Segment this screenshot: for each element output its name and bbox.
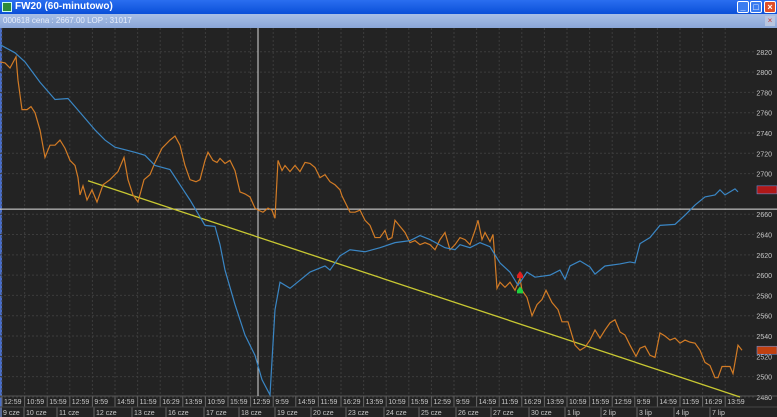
y-tick-label: 2720 (756, 151, 772, 158)
x-time-label: 16:29 (524, 399, 542, 406)
x-time-label: 14:59 (117, 399, 135, 406)
x-time-label: 9:59 (456, 399, 470, 406)
last-value-marker (756, 185, 777, 195)
x-date-label: 13 cze (134, 410, 155, 417)
x-date-label: 20 cze (313, 410, 334, 417)
x-date-label: 26 cze (458, 410, 479, 417)
x-date-label: 25 cze (421, 410, 442, 417)
x-time-label: 10:59 (27, 399, 45, 406)
x-date-label: 18 cze (241, 410, 262, 417)
chart-close-button[interactable]: × (765, 16, 775, 26)
y-tick-label: 2560 (756, 314, 772, 321)
app-icon (2, 2, 12, 12)
x-time-label: 9:59 (275, 399, 289, 406)
x-date-label: 30 cze (531, 410, 552, 417)
info-bar: 000618 cena : 2667.00 LOP : 31017 × (0, 14, 777, 28)
x-time-label: 13:59 (366, 399, 384, 406)
x-date-label: 10 cze (26, 410, 47, 417)
x-date-label: 17 cze (206, 410, 227, 417)
x-date-label: 2 lip (603, 410, 616, 417)
x-time-label: 11:59 (501, 399, 518, 406)
left-border (0, 28, 2, 417)
y-tick-label: 2660 (756, 212, 772, 219)
y-tick-label: 2820 (756, 50, 772, 57)
minimize-button[interactable]: _ (737, 1, 749, 13)
price-chart[interactable]: 2820 2800 2780 2760 2740 2720 2700 2660 2640 2620… (0, 28, 777, 417)
x-date-label: 3 lip (639, 410, 652, 417)
x-date-label: 24 cze (386, 410, 407, 417)
x-time-label: 9:59 (94, 399, 108, 406)
y-tick-label: 2740 (756, 131, 772, 138)
close-button[interactable]: × (764, 1, 776, 13)
x-date-label: 27 cze (493, 410, 514, 417)
window-title: FW20 (60-minutowo) (15, 1, 113, 12)
x-time-label: 11:59 (140, 399, 157, 406)
x-time-label: 11:59 (320, 399, 337, 406)
y-tick-label: 2500 (756, 375, 772, 382)
x-time-label: 13:59 (727, 399, 745, 406)
x-time-label: 15:59 (411, 399, 429, 406)
x-time-label: 10:59 (207, 399, 225, 406)
y-tick-label: 2580 (756, 293, 772, 300)
y-tick-label: 2620 (756, 253, 772, 260)
x-time-label: 12:59 (614, 399, 632, 406)
y-tick-label: 2540 (756, 334, 772, 341)
y-tick-label: 2800 (756, 70, 772, 77)
x-date-label: 9 cze (3, 410, 20, 417)
y-tick-label: 2700 (756, 172, 772, 179)
x-time-label: 16:29 (162, 399, 180, 406)
x-time-label: 12:59 (72, 399, 90, 406)
x-date-label: 7 lip (712, 410, 725, 417)
x-date-label: 4 lip (676, 410, 689, 417)
y-tick-label: 2760 (756, 111, 772, 118)
title-bar: FW20 (60-minutowo) _ □ × (0, 0, 777, 14)
x-date-label: 16 cze (168, 410, 189, 417)
x-time-label: 14:59 (479, 399, 497, 406)
maximize-button[interactable]: □ (750, 1, 762, 13)
x-time-label: 15:59 (230, 399, 248, 406)
x-time-label: 12:59 (4, 399, 22, 406)
y-tick-label: 2520 (756, 354, 772, 361)
x-time-label: 13:59 (546, 399, 564, 406)
y-tick-label: 2640 (756, 233, 772, 240)
plot-background (0, 28, 777, 417)
last-value-marker (756, 345, 777, 355)
y-tick-label: 2600 (756, 273, 772, 280)
x-time-label: 14:59 (298, 399, 316, 406)
x-time-label: 11:59 (682, 399, 699, 406)
x-time-label: 16:29 (343, 399, 361, 406)
x-date-label: 19 cze (277, 410, 298, 417)
x-date-label: 11 cze (59, 410, 79, 417)
x-time-label: 12:59 (253, 399, 271, 406)
x-time-label: 10:59 (569, 399, 587, 406)
x-time-label: 12:59 (433, 399, 451, 406)
x-time-label: 15:59 (592, 399, 610, 406)
x-date-label: 1 lip (567, 410, 580, 417)
x-time-label: 13:59 (185, 399, 203, 406)
x-time-label: 9:59 (637, 399, 651, 406)
quote-info: 000618 cena : 2667.00 LOP : 31017 (3, 16, 132, 25)
x-time-label: 14:59 (659, 399, 677, 406)
x-date-label: 23 cze (348, 410, 369, 417)
x-date-label: 12 cze (96, 410, 117, 417)
x-time-label: 15:59 (49, 399, 67, 406)
x-time-label: 10:59 (388, 399, 406, 406)
y-tick-label: 2780 (756, 90, 772, 97)
x-time-label: 16:29 (705, 399, 723, 406)
